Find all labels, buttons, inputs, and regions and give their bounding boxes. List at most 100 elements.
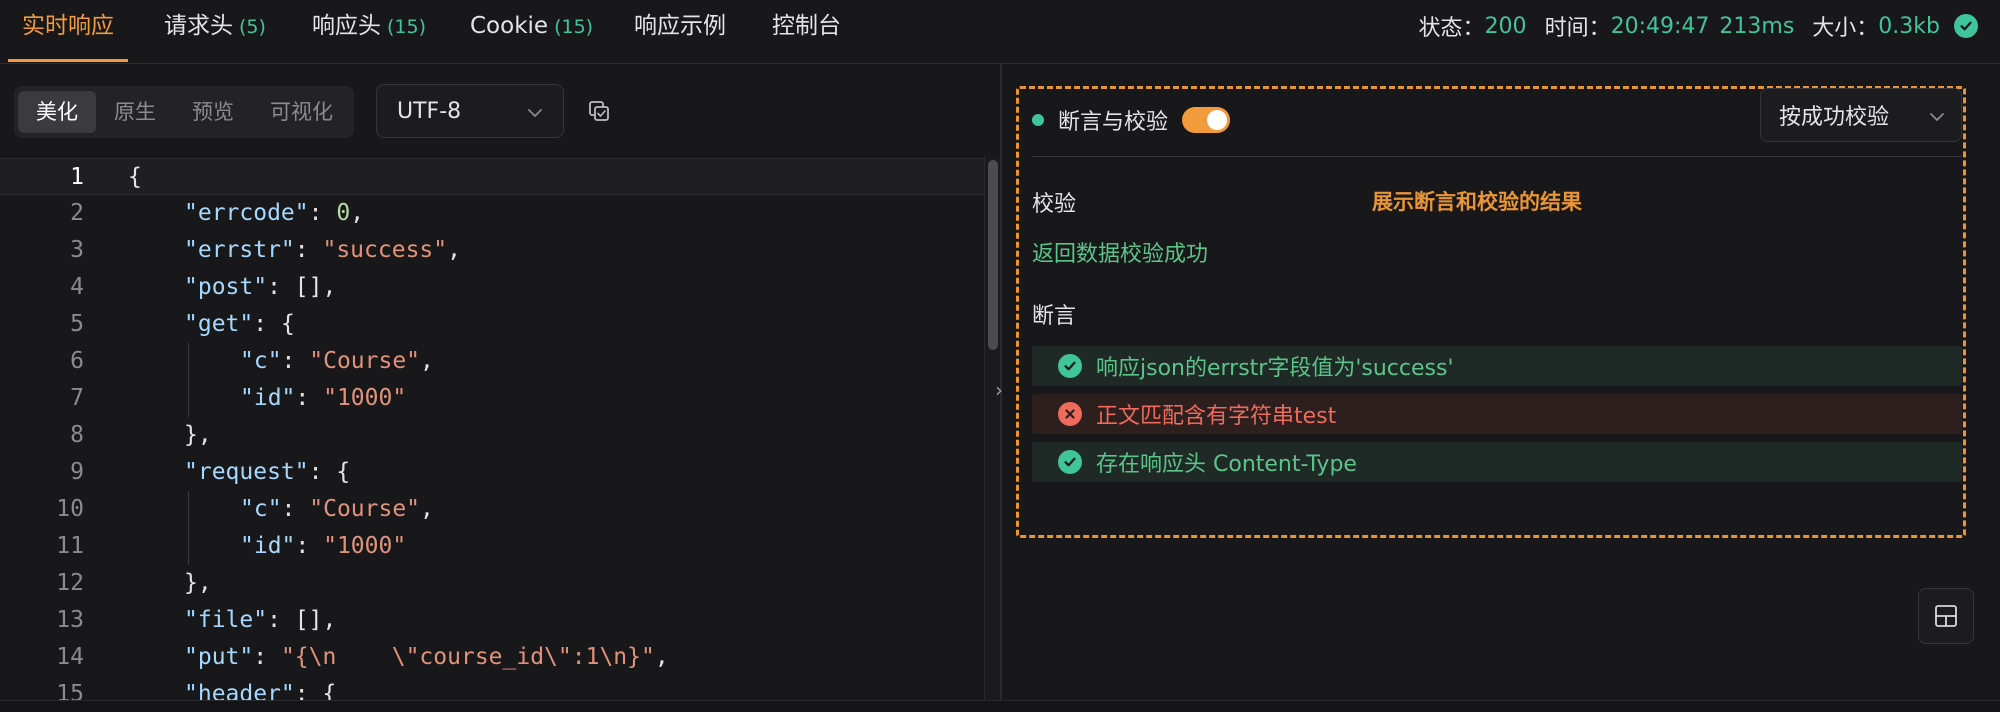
- assertion-result-row: 响应json的errstr字段值为'success': [1032, 346, 1962, 386]
- assertion-result-row: 正文匹配含有字符串test: [1032, 394, 1962, 434]
- line-number: 14: [56, 644, 84, 670]
- code-line: 7 "id": "1000": [0, 380, 985, 417]
- line-number: 2: [70, 200, 84, 226]
- line-number: 3: [70, 237, 84, 263]
- verify-result: 返回数据校验成功: [1032, 242, 1209, 267]
- code-text: },: [184, 570, 212, 596]
- code-text: "id": "1000": [240, 385, 407, 411]
- status-code: 200: [1484, 13, 1527, 39]
- view-mode-raw[interactable]: 原生: [96, 91, 174, 133]
- verify-mode-value: 按成功校验: [1779, 105, 1890, 130]
- tab-label: 响应示例: [634, 13, 726, 39]
- toggle-knob: [1207, 110, 1228, 130]
- assertion-toggle[interactable]: [1182, 107, 1231, 133]
- chevron-down-icon: [527, 99, 543, 124]
- encoding-value: UTF-8: [397, 98, 462, 124]
- indent-guide: [188, 343, 189, 417]
- line-number: 8: [70, 422, 84, 448]
- code-text: "c": "Course",: [240, 496, 434, 522]
- line-number: 5: [70, 311, 84, 337]
- size-value: 0.3kb: [1878, 13, 1940, 39]
- chevron-down-icon: [1929, 103, 1945, 128]
- line-number: 11: [56, 533, 84, 559]
- response-tab-bar: 实时响应 请求头 (5) 响应头 (15) Cookie (15) 响应示例 控制台 …: [0, 0, 2000, 64]
- duration-value: 213ms: [1719, 13, 1795, 39]
- code-line: 11 "id": "1000": [0, 528, 985, 565]
- tab-count: (5): [239, 16, 266, 38]
- code-editor[interactable]: 1{2 "errcode": 0, 3 "errstr": "success", 4 "p…: [0, 156, 1000, 712]
- line-number: 1: [70, 164, 84, 190]
- assertion-header: 断言与校验: [1032, 98, 1231, 142]
- tab-console[interactable]: 控制台: [772, 0, 841, 62]
- code-line: 14 "put": "{\n \"course_id\":1\n}",: [0, 639, 985, 676]
- layout-icon[interactable]: [1918, 588, 1974, 644]
- tab-count: (15): [554, 16, 594, 38]
- tab-label: Cookie: [470, 13, 549, 39]
- code-line: 6 "c": "Course",: [0, 343, 985, 380]
- line-number: 4: [70, 274, 84, 300]
- code-line: 9 "request": {: [0, 454, 985, 491]
- line-number: 7: [70, 385, 84, 411]
- view-mode-beautify[interactable]: 美化: [18, 91, 96, 133]
- error-circle-icon: [1058, 402, 1082, 426]
- status-label: 状态：: [1418, 16, 1485, 41]
- line-number: 10: [56, 496, 84, 522]
- check-circle-icon: [1058, 450, 1082, 474]
- code-line: 1{: [0, 158, 985, 195]
- assertion-result-text: 正文匹配含有字符串test: [1096, 404, 1337, 429]
- encoding-select[interactable]: UTF-8: [376, 84, 564, 138]
- assertion-result-row: 存在响应头 Content-Type: [1032, 442, 1962, 482]
- assertion-result-text: 响应json的errstr字段值为'success': [1096, 356, 1454, 381]
- line-number: 9: [70, 459, 84, 485]
- code-line: 8},: [0, 417, 985, 454]
- annotation-text: 展示断言和校验的结果: [1372, 190, 1582, 214]
- bottom-status-strip: [0, 700, 2000, 712]
- code-text: "post": [],: [184, 274, 337, 300]
- verify-section-label: 校验: [1032, 192, 1077, 217]
- check-circle-icon: [1058, 354, 1082, 378]
- scrollbar-thumb[interactable]: [988, 160, 998, 350]
- tab-count: (15): [387, 16, 427, 38]
- tab-realtime-response[interactable]: 实时响应: [8, 0, 128, 62]
- view-mode-switch: 美化 原生 预览 可视化: [14, 86, 354, 138]
- code-line: 4 "post": [],: [0, 269, 985, 306]
- assert-section-label: 断言: [1032, 304, 1077, 329]
- view-mode-preview[interactable]: 预览: [174, 91, 252, 133]
- time-label: 时间：: [1544, 16, 1611, 41]
- tab-label: 实时响应: [22, 13, 114, 39]
- tab-label: 请求头: [164, 13, 233, 39]
- tab-cookie[interactable]: Cookie (15): [470, 0, 593, 62]
- assertion-pane: 断言与校验 按成功校验 校验 展示断言和校验的结果 返回数据校验成功 断言 响应…: [1002, 64, 2000, 712]
- code-text: "get": {: [184, 311, 295, 337]
- view-mode-visualize[interactable]: 可视化: [252, 91, 351, 133]
- tab-response-example[interactable]: 响应示例: [634, 0, 726, 62]
- verify-mode-select[interactable]: 按成功校验: [1760, 88, 1962, 142]
- section-divider: [1032, 156, 1962, 157]
- code-line: 3 "errstr": "success",: [0, 232, 985, 269]
- code-line: 12},: [0, 565, 985, 602]
- editor-scrollbar[interactable]: [984, 156, 1000, 712]
- response-status: 状态： 200 时间： 20:49:47 213ms 大小： 0.3kb: [1419, 0, 1978, 52]
- response-body-pane: 美化 原生 预览 可视化 UTF-8 1{2 "errcode": 0, 3 "err…: [0, 64, 1000, 712]
- code-text: "errstr": "success",: [184, 237, 461, 263]
- time-value: 20:49:47: [1610, 13, 1710, 39]
- line-number: 13: [56, 607, 84, 633]
- indent-guide: [188, 491, 189, 565]
- assertion-result-text: 存在响应头 Content-Type: [1096, 452, 1357, 477]
- status-dot: [1032, 114, 1044, 126]
- size-label: 大小：: [1812, 16, 1879, 41]
- tab-label: 控制台: [772, 13, 841, 39]
- tab-request-headers[interactable]: 请求头 (5): [164, 0, 266, 62]
- code-text: "put": "{\n \"course_id\":1\n}",: [184, 644, 669, 670]
- code-text: "request": {: [184, 459, 351, 485]
- code-line: 13 "file": [],: [0, 602, 985, 639]
- tab-response-headers[interactable]: 响应头 (15): [312, 0, 426, 62]
- code-line: 5 "get": {: [0, 306, 985, 343]
- copy-icon[interactable]: [584, 96, 614, 126]
- code-text: },: [184, 422, 212, 448]
- code-text: "id": "1000": [240, 533, 407, 559]
- code-text: "file": [],: [184, 607, 337, 633]
- line-number: 12: [56, 570, 84, 596]
- line-number: 6: [70, 348, 84, 374]
- tab-label: 响应头: [312, 13, 381, 39]
